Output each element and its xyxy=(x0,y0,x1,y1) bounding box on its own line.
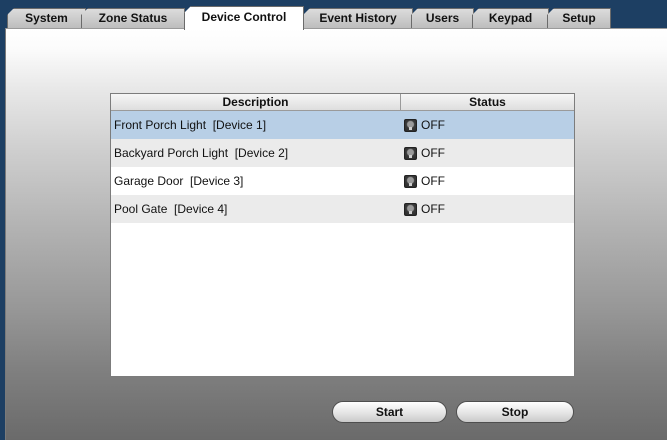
device-control-panel: Description Status Front Porch Light [De… xyxy=(5,28,667,440)
table-row[interactable]: Front Porch Light [Device 1] OFF xyxy=(111,111,574,139)
stop-button[interactable]: Stop xyxy=(456,401,574,423)
bulb-off-icon xyxy=(404,146,417,160)
device-status-cell: OFF xyxy=(404,167,445,195)
bulb-off-icon xyxy=(404,118,417,132)
table-row[interactable]: Garage Door [Device 3] OFF xyxy=(111,167,574,195)
device-status: OFF xyxy=(421,146,445,160)
table-row[interactable]: Backyard Porch Light [Device 2] OFF xyxy=(111,139,574,167)
table-header: Description Status xyxy=(111,94,574,111)
device-status-cell: OFF xyxy=(404,195,445,223)
tab-users[interactable]: Users xyxy=(411,8,474,28)
device-status-cell: OFF xyxy=(404,111,445,139)
tab-setup[interactable]: Setup xyxy=(547,8,611,28)
tab-event-history[interactable]: Event History xyxy=(303,8,413,28)
device-status: OFF xyxy=(421,174,445,188)
tab-zone-status[interactable]: Zone Status xyxy=(81,8,185,28)
device-table: Description Status Front Porch Light [De… xyxy=(110,93,575,377)
table-row[interactable]: Pool Gate [Device 4] OFF xyxy=(111,195,574,223)
tab-bar: System Zone Status Device Control Event … xyxy=(0,0,667,30)
device-status-cell: OFF xyxy=(404,139,445,167)
bulb-off-icon xyxy=(404,174,417,188)
app-window: System Zone Status Device Control Event … xyxy=(0,0,667,440)
device-status: OFF xyxy=(421,118,445,132)
device-description: Garage Door [Device 3] xyxy=(114,174,244,188)
tab-keypad[interactable]: Keypad xyxy=(472,8,549,28)
device-status: OFF xyxy=(421,202,445,216)
bulb-off-icon xyxy=(404,202,417,216)
device-description: Front Porch Light [Device 1] xyxy=(114,118,267,132)
tab-device-control[interactable]: Device Control xyxy=(184,6,304,30)
column-header-status[interactable]: Status xyxy=(401,94,574,110)
start-button[interactable]: Start xyxy=(332,401,447,423)
column-header-description[interactable]: Description xyxy=(111,94,401,110)
device-description: Backyard Porch Light [Device 2] xyxy=(114,146,289,160)
device-description: Pool Gate [Device 4] xyxy=(114,202,228,216)
tab-system[interactable]: System xyxy=(7,8,86,28)
